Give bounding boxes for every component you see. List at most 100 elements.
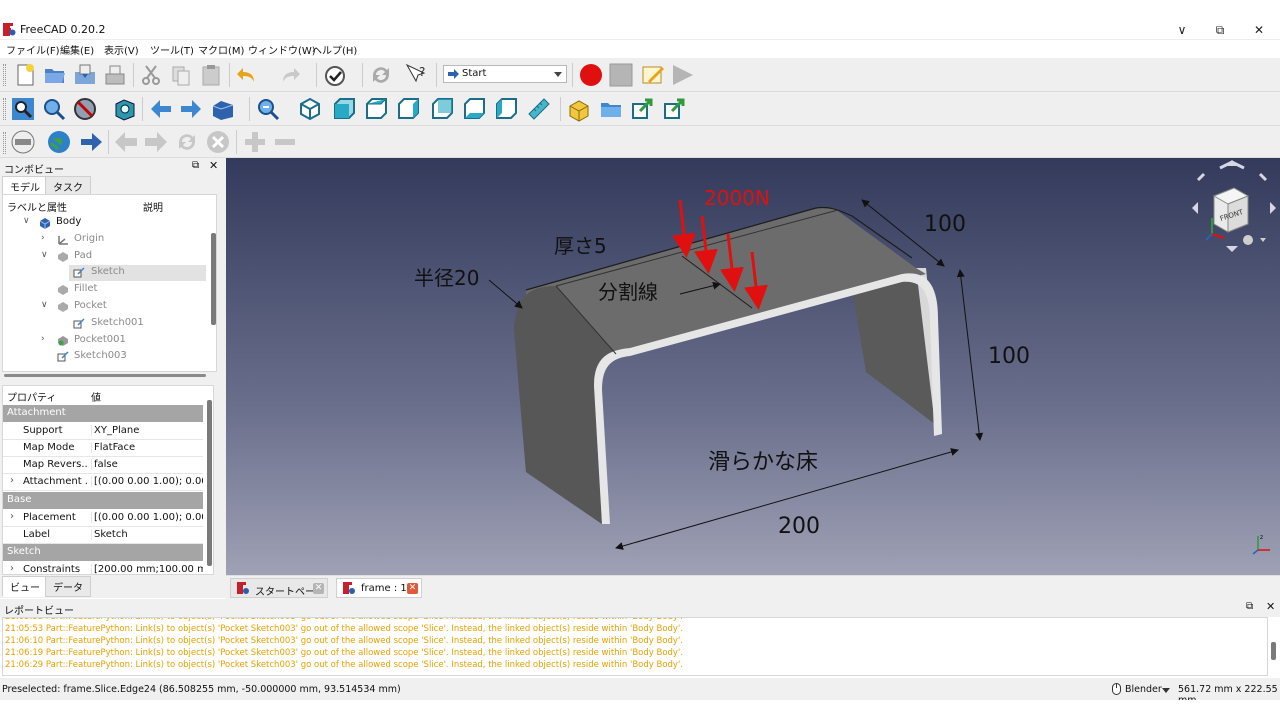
tree-hscrollbar[interactable] [4, 374, 206, 377]
tree-item-sketch003[interactable]: Sketch003 [3, 349, 203, 365]
browser-back-icon[interactable] [113, 129, 139, 155]
web-browser-icon[interactable] [46, 129, 72, 155]
float-panel-icon[interactable]: ⧉ [192, 160, 199, 171]
create-part-icon[interactable] [566, 96, 592, 122]
expand-arrow-icon[interactable]: › [41, 233, 51, 243]
fit-selection-icon[interactable] [41, 96, 67, 122]
tree-item-pocket[interactable]: ∨ Pocket [3, 299, 203, 315]
redo-icon[interactable] [277, 62, 303, 88]
rear-view-icon[interactable] [429, 96, 455, 122]
edit-macro-icon[interactable] [640, 62, 666, 88]
menu-file[interactable]: ファイル(F) [6, 42, 60, 57]
draw-style-icon[interactable] [72, 96, 98, 122]
save-as-icon[interactable] [102, 62, 128, 88]
menu-help[interactable]: ヘルプ(H) [312, 42, 357, 57]
property-row[interactable]: ›Constraints[200.00 mm;100.00 mm] [3, 562, 203, 574]
tab-frame[interactable]: frame : 1* ✕ [336, 578, 422, 598]
tab-view[interactable]: ビュー [2, 576, 48, 597]
property-group-attachment[interactable]: Attachment [3, 405, 203, 422]
browser-refresh-icon[interactable] [174, 129, 200, 155]
tree-item-body[interactable]: ∨ Body [3, 215, 203, 231]
expand-arrow-icon[interactable]: › [10, 563, 14, 574]
save-icon[interactable] [72, 62, 98, 88]
tree-scrollbar[interactable] [211, 233, 216, 325]
zoom-in-icon[interactable] [242, 129, 268, 155]
paste-icon[interactable] [198, 62, 224, 88]
navigation-style-button[interactable]: Blender [1125, 684, 1162, 695]
collapse-arrow-icon[interactable]: ∨ [41, 300, 51, 310]
sync-view-icon[interactable] [210, 96, 236, 122]
zoom-out-icon[interactable] [272, 129, 298, 155]
property-row[interactable]: ›Attachment ...[(0.00 0.00 1.00); 0.00 °… [3, 474, 203, 491]
tree-item-pocket001[interactable]: › Pocket001 [3, 333, 203, 349]
right-view-icon[interactable] [395, 96, 421, 122]
tree-item-fillet[interactable]: Fillet [3, 282, 203, 298]
recompute-icon[interactable] [368, 62, 394, 88]
float-panel-icon[interactable]: ⧉ [1246, 601, 1253, 612]
stop-macro-icon[interactable] [608, 62, 634, 88]
property-row[interactable]: Label Sketch [3, 527, 203, 544]
tree-item-pad[interactable]: ∨ Pad [3, 249, 203, 265]
property-row[interactable]: ›Placement[(0.00 0.00 1.00); 0.00 °;... [3, 510, 203, 527]
close-button[interactable]: ✕ [1239, 20, 1279, 40]
property-group-base[interactable]: Base [3, 492, 203, 509]
measure-distance-icon[interactable] [526, 96, 552, 122]
cut-icon[interactable] [138, 62, 164, 88]
toolbar-grip[interactable] [3, 98, 6, 120]
copy-icon[interactable] [168, 62, 194, 88]
zoom-icon[interactable] [255, 96, 281, 122]
bounding-box-icon[interactable] [112, 96, 138, 122]
minimize-button[interactable]: ∨ [1162, 20, 1202, 40]
report-scrollbar[interactable] [1271, 642, 1276, 660]
maximize-button[interactable]: ⧉ [1200, 20, 1240, 40]
property-group-sketch[interactable]: Sketch [3, 544, 203, 561]
make-link-icon[interactable] [630, 96, 656, 122]
left-view-icon[interactable] [493, 96, 519, 122]
close-panel-icon[interactable]: ✕ [209, 159, 218, 172]
menu-view[interactable]: 表示(V) [104, 42, 139, 57]
back-icon[interactable] [148, 96, 174, 122]
link-actions-icon[interactable] [662, 96, 688, 122]
property-scrollbar[interactable] [207, 400, 212, 566]
close-tab-icon[interactable]: ✕ [407, 583, 418, 594]
tree-item-sketch[interactable]: Sketch [69, 265, 206, 281]
undo-icon[interactable] [234, 62, 260, 88]
chevron-down-icon[interactable] [1162, 688, 1170, 693]
create-group-icon[interactable] [598, 96, 624, 122]
close-tab-icon[interactable]: ✕ [313, 583, 324, 594]
refresh-check-icon[interactable] [322, 62, 348, 88]
tree-item-origin[interactable]: › Origin [3, 232, 203, 248]
expand-arrow-icon[interactable]: › [41, 334, 51, 344]
structure-icon[interactable] [10, 129, 36, 155]
3d-viewport[interactable]: 2000N 厚さ5 半径20 分割線 100 100 滑らかな床 200 FRO… [226, 158, 1280, 575]
expand-arrow-icon[interactable]: › [10, 475, 14, 486]
bottom-view-icon[interactable] [461, 96, 487, 122]
fit-all-icon[interactable] [10, 96, 36, 122]
new-document-icon[interactable] [12, 62, 38, 88]
browser-forward-icon[interactable] [143, 129, 169, 155]
menu-tools[interactable]: ツール(T) [150, 42, 194, 57]
open-website-icon[interactable] [78, 129, 104, 155]
tree-item-sketch001[interactable]: Sketch001 [3, 316, 203, 332]
execute-macro-icon[interactable] [670, 62, 696, 88]
open-folder-icon[interactable] [42, 62, 68, 88]
collapse-arrow-icon[interactable]: ∨ [23, 216, 33, 226]
menu-macro[interactable]: マクロ(M) [198, 42, 244, 57]
tab-data[interactable]: データ [45, 576, 91, 597]
collapse-arrow-icon[interactable]: ∨ [41, 250, 51, 260]
close-panel-icon[interactable]: ✕ [1266, 600, 1275, 613]
forward-icon[interactable] [178, 96, 204, 122]
property-row[interactable]: Support XY_Plane [3, 423, 203, 440]
report-view[interactable]: 21:05:53 Part::FeaturePython: Link(s) to… [2, 617, 1268, 676]
record-macro-icon[interactable] [578, 62, 604, 88]
property-row[interactable]: Map Mode FlatFace [3, 440, 203, 457]
whats-this-icon[interactable]: ? [404, 62, 430, 88]
toolbar-grip[interactable] [3, 132, 6, 154]
top-view-icon[interactable] [363, 96, 389, 122]
navigation-cube[interactable]: FRONT [1184, 158, 1280, 258]
menu-edit[interactable]: 編集(E) [60, 42, 94, 57]
toolbar-grip[interactable] [3, 64, 6, 86]
front-view-icon[interactable] [331, 96, 357, 122]
isometric-view-icon[interactable] [297, 96, 323, 122]
expand-arrow-icon[interactable]: › [10, 511, 14, 522]
